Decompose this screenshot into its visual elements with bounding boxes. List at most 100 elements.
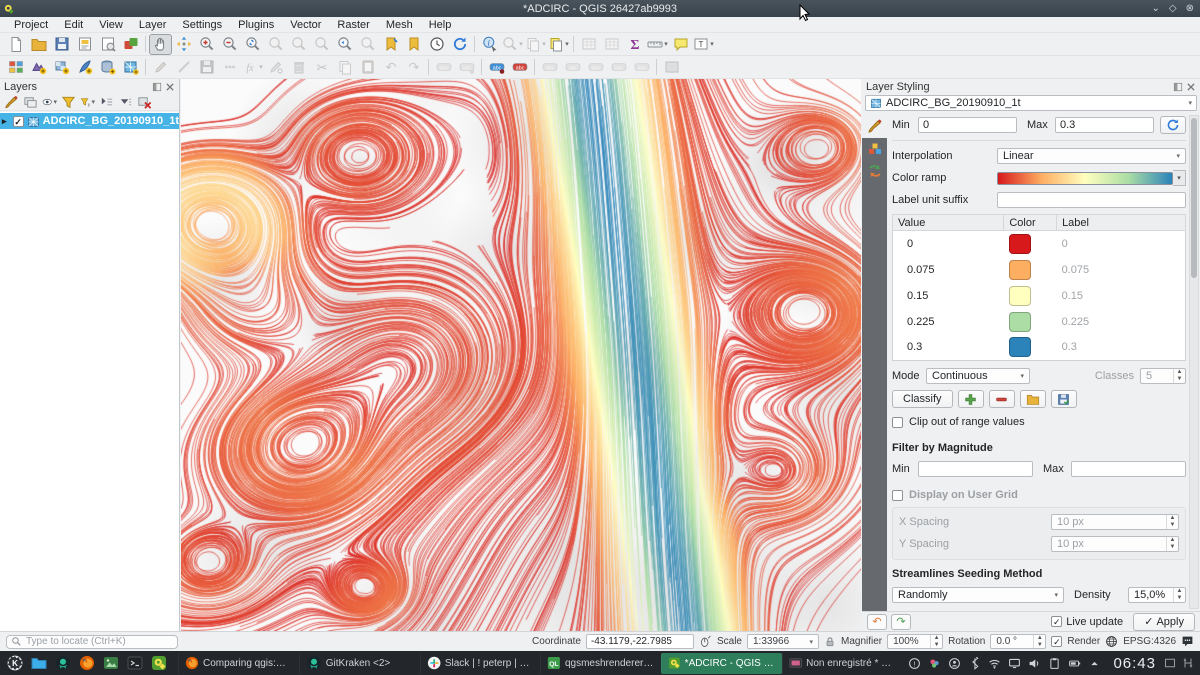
move-label-button[interactable]: abc [538, 57, 561, 78]
layer-visibility-checkbox[interactable]: ✓ [13, 116, 24, 127]
interpolation-select[interactable]: Linear▾ [997, 148, 1186, 164]
color-ramp-dropdown[interactable]: ▾ [1173, 170, 1186, 186]
zoom-in-button[interactable] [195, 34, 218, 55]
class-row[interactable]: 0.150.15 [893, 283, 1186, 309]
seeding-method-select[interactable]: Randomly▾ [892, 587, 1064, 603]
pan-map-button[interactable] [149, 34, 172, 55]
open-layer-styling-button[interactable] [3, 95, 20, 110]
remove-class-button[interactable] [989, 390, 1015, 408]
show-desktop-icon[interactable] [1164, 657, 1176, 669]
show-layout-manager-button[interactable] [96, 34, 119, 55]
add-vector-layer-button[interactable] [27, 57, 50, 78]
column-header-color[interactable]: Color [1004, 215, 1057, 231]
menu-layer[interactable]: Layer [131, 17, 175, 33]
classes-spinner[interactable]: 5▲▼ [1140, 368, 1186, 384]
column-header-label[interactable]: Label [1057, 215, 1186, 231]
add-database-layer-button[interactable] [96, 57, 119, 78]
zoom-last-button[interactable] [333, 34, 356, 55]
pager-icon[interactable] [1182, 657, 1194, 669]
add-class-button[interactable] [958, 390, 984, 408]
firefox-launcher[interactable] [76, 652, 98, 674]
menu-edit[interactable]: Edit [56, 17, 91, 33]
delete-selected-button[interactable] [287, 57, 310, 78]
expand-all-button[interactable] [98, 95, 115, 110]
label-unit-suffix-input[interactable] [997, 192, 1186, 208]
temporal-controller-button[interactable] [425, 34, 448, 55]
menu-vector[interactable]: Vector [282, 17, 329, 33]
menu-raster[interactable]: Raster [329, 17, 377, 33]
filter-min-input[interactable] [918, 461, 1033, 477]
task-button[interactable]: Comparing qgis:mast... [178, 653, 299, 674]
menu-mesh[interactable]: Mesh [378, 17, 421, 33]
new-print-layout-button[interactable] [73, 34, 96, 55]
identify-features-button[interactable]: i [478, 34, 501, 55]
cut-features-button[interactable]: ✂ [310, 57, 333, 78]
filter-by-expression-button[interactable]: fx▾ [79, 95, 96, 110]
select-by-form-button[interactable]: ▾ [524, 34, 547, 55]
refresh-map-button[interactable] [448, 34, 471, 55]
crs-value[interactable]: EPSG:4326 [1123, 636, 1176, 647]
mouse-extents-icon[interactable] [699, 635, 712, 648]
class-row[interactable]: 0.2250.225 [893, 309, 1186, 335]
show-bookmarks-button[interactable] [402, 34, 425, 55]
filter-max-input[interactable] [1071, 461, 1186, 477]
open-project-button[interactable] [27, 34, 50, 55]
menu-project[interactable]: Project [6, 17, 56, 33]
tr-color-icon[interactable] [928, 657, 941, 670]
layer-item-adcirc[interactable]: ▸ ✓ ADCIRC_BG_20190910_1t [0, 113, 179, 129]
undock-styling-icon[interactable] [1173, 82, 1183, 92]
scale-select[interactable]: 1:33966▾ [747, 634, 819, 649]
tr-display-icon[interactable] [1008, 657, 1021, 670]
tr-bt-icon[interactable] [968, 657, 981, 670]
tr-info-icon[interactable]: ! [908, 657, 921, 670]
new-spatial-bookmark-button[interactable] [379, 34, 402, 55]
x-spacing-spinner[interactable]: 10 px▲▼ [1051, 514, 1179, 530]
zoom-to-selection-button[interactable] [264, 34, 287, 55]
taskbar-clock[interactable]: 06:43 [1113, 655, 1156, 672]
map-canvas[interactable] [181, 79, 861, 631]
file-manager[interactable] [28, 652, 50, 674]
undo-style-button[interactable]: ↶ [867, 614, 887, 630]
undock-panel-icon[interactable] [152, 82, 162, 92]
add-raster-layer-button[interactable] [50, 57, 73, 78]
style-manager-button[interactable] [119, 34, 142, 55]
open-attribute-table-button[interactable] [577, 34, 600, 55]
undo-button[interactable]: ↶ [379, 57, 402, 78]
task-button[interactable]: GitKraken <2> [299, 653, 420, 674]
filter-legend-button[interactable] [60, 95, 77, 110]
tr-vol-icon[interactable] [1028, 657, 1041, 670]
class-row[interactable]: 0.0750.075 [893, 257, 1186, 283]
measure-button[interactable]: ▾ [646, 34, 669, 55]
copy-features-edit-button[interactable] [333, 57, 356, 78]
layer-labeling-options-button[interactable]: abc [432, 57, 455, 78]
menu-help[interactable]: Help [421, 17, 460, 33]
manage-map-themes-button[interactable]: ▾ [41, 95, 58, 110]
coordinate-input[interactable] [586, 634, 694, 649]
density-spinner[interactable]: 15,0%▲▼ [1128, 587, 1186, 603]
open-field-calculator-button[interactable] [600, 34, 623, 55]
layer-diagram-options-button[interactable]: abc [455, 57, 478, 78]
pan-to-selection-button[interactable] [172, 34, 195, 55]
app-menu[interactable]: K [4, 652, 26, 674]
vertex-tool-button[interactable] [264, 57, 287, 78]
max-input[interactable] [1055, 117, 1154, 133]
map-tips-button[interactable] [669, 34, 692, 55]
toggle-editing-button[interactable] [149, 57, 172, 78]
magnifier-spinner[interactable]: 100%▲▼ [887, 634, 943, 649]
data-source-manager-button[interactable] [4, 57, 27, 78]
tr-batt-icon[interactable] [1068, 657, 1081, 670]
column-header-value[interactable]: Value [893, 215, 1004, 231]
load-ramp-button[interactable] [1020, 390, 1046, 408]
tr-caret-icon[interactable] [1088, 657, 1101, 670]
lock-scale-icon[interactable] [824, 636, 836, 648]
tab-history[interactable] [862, 160, 887, 182]
save-project-button[interactable] [50, 34, 73, 55]
rotation-spinner[interactable]: 0.0 °▲▼ [990, 634, 1046, 649]
color-swatch[interactable] [1009, 337, 1031, 357]
add-delimited-text-button[interactable] [73, 57, 96, 78]
rotate-label-button[interactable]: abc [561, 57, 584, 78]
terminal-launcher[interactable] [124, 652, 146, 674]
menu-view[interactable]: View [91, 17, 131, 33]
min-input[interactable] [918, 117, 1017, 133]
qgis-launcher[interactable] [148, 652, 170, 674]
